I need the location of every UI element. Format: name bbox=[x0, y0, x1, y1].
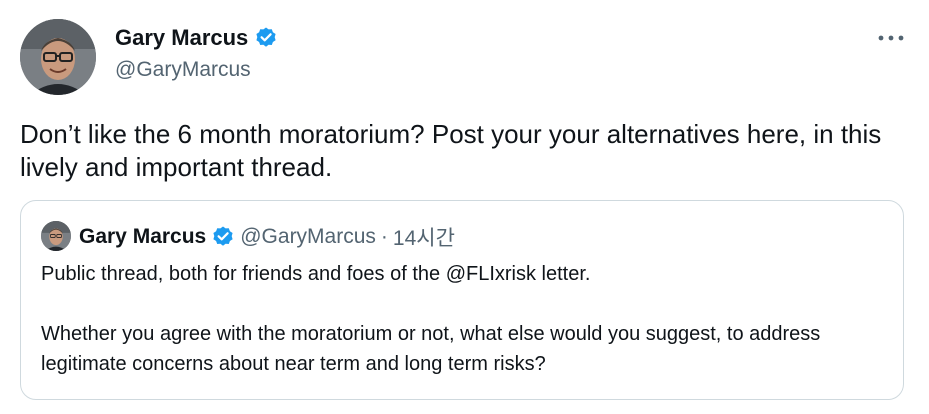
quoted-tweet-text: Public thread, both for friends and foes… bbox=[41, 259, 891, 379]
author-name-row: Gary Marcus bbox=[115, 25, 278, 51]
author-name[interactable]: Gary Marcus bbox=[115, 25, 248, 51]
quoted-paragraph-2: Whether you agree with the moratorium or… bbox=[41, 323, 821, 375]
author-handle[interactable]: @GaryMarcus bbox=[115, 58, 251, 82]
tweet-text: Don’t like the 6 month moratorium? Post … bbox=[20, 119, 882, 182]
verified-badge-icon bbox=[254, 26, 278, 50]
quoted-header: Gary Marcus @GaryMarcus · 14시간 bbox=[79, 222, 455, 252]
quoted-author-name: Gary Marcus bbox=[79, 225, 207, 248]
more-options-icon bbox=[878, 35, 904, 41]
quoted-paragraph-1: Public thread, both for friends and foes… bbox=[41, 263, 591, 285]
quoted-separator: · bbox=[380, 225, 388, 248]
quoted-tweet-card[interactable]: Gary Marcus @GaryMarcus · 14시간 Public th… bbox=[20, 200, 904, 400]
quoted-verified-badge-icon bbox=[211, 225, 235, 249]
quoted-author-handle: @GaryMarcus bbox=[240, 225, 376, 248]
quoted-author-avatar[interactable] bbox=[41, 221, 71, 251]
author-avatar-image bbox=[20, 19, 96, 95]
author-avatar[interactable] bbox=[20, 19, 96, 95]
more-options-button[interactable] bbox=[876, 26, 906, 50]
quoted-timestamp: 14시간 bbox=[392, 227, 455, 250]
quoted-author-avatar-image bbox=[41, 221, 71, 251]
